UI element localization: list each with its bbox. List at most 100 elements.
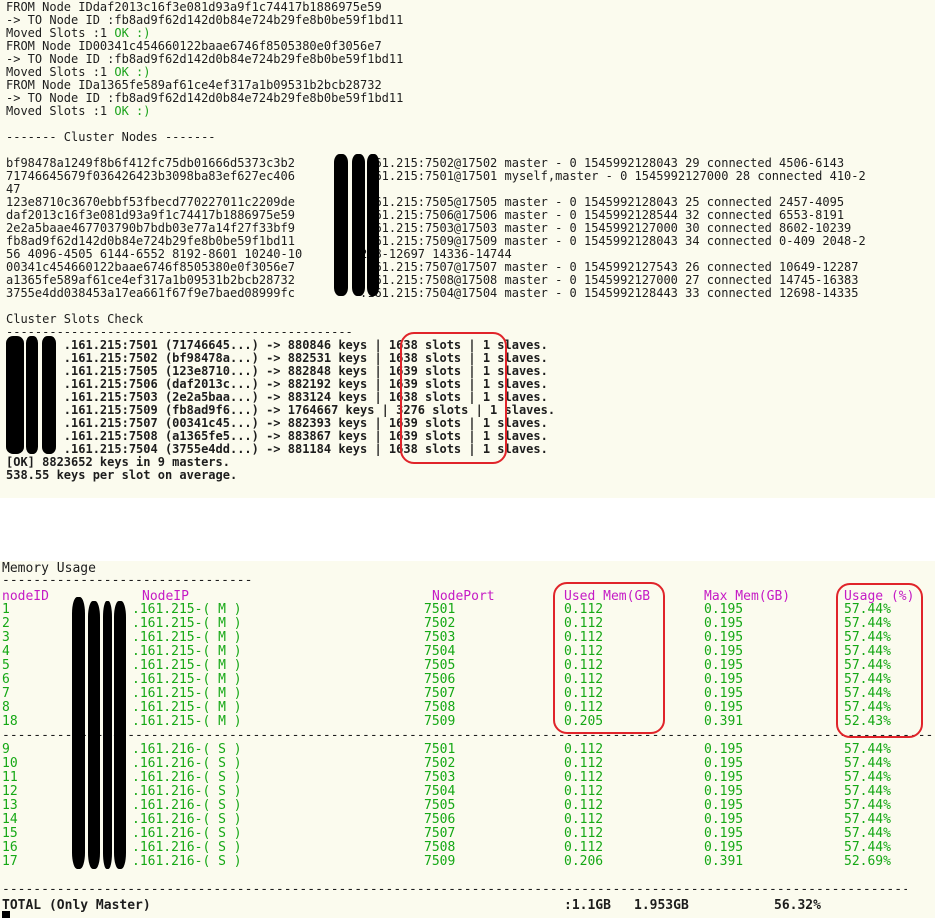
- row-used-mem: 0.112: [564, 840, 604, 855]
- row-node-ip: .161.216-( S ): [132, 840, 242, 855]
- row-max-mem: 0.195: [704, 686, 744, 701]
- redaction-mark: [114, 601, 126, 869]
- row-node-id: 18: [2, 714, 18, 729]
- row-max-mem: 0.195: [704, 644, 744, 659]
- redaction-mark: [26, 336, 38, 454]
- row-node-id: 5: [2, 658, 10, 673]
- row-node-port: 7504: [424, 784, 456, 799]
- usage-highlight-box: [836, 583, 923, 738]
- row-node-ip: .161.215-( M ): [132, 630, 242, 645]
- ok-status: OK :): [114, 26, 151, 40]
- ok-status: OK :): [114, 65, 151, 79]
- terminal-line-text: 123e8710c3670ebbf53fbecd770227011c2209de…: [6, 195, 845, 209]
- terminal-line: 71746645679f036426423b3098ba83ef627ec406…: [6, 170, 866, 183]
- redaction-mark: [334, 154, 348, 296]
- used-mem-highlight-box: [553, 582, 665, 734]
- row-node-ip: .161.216-( S ): [132, 784, 242, 799]
- row-node-id: 17: [2, 854, 18, 869]
- terminal-line-text: 56 4096-4505 6144-6552 8192-8601 10240-1…: [6, 247, 512, 261]
- row-node-port: 7506: [424, 812, 456, 827]
- row-node-id: 10: [2, 756, 18, 771]
- row-node-id: 13: [2, 798, 18, 813]
- row-node-port: 7504: [424, 644, 456, 659]
- row-node-ip: .161.215-( M ): [132, 602, 242, 617]
- row-max-mem: 0.195: [704, 770, 744, 785]
- row-used-mem: 0.112: [564, 812, 604, 827]
- terminal-line-text: -> TO Node ID :fb8ad9f62d142d0b84e724b29…: [6, 91, 404, 105]
- row-node-port: 7503: [424, 770, 456, 785]
- terminal-line-text: [OK] 8823652 keys in 9 masters.: [6, 455, 230, 469]
- row-node-id: 7: [2, 686, 10, 701]
- row-node-port: 7507: [424, 826, 456, 841]
- row-node-port: 7505: [424, 798, 456, 813]
- slots-highlight-box: [400, 332, 507, 464]
- row-node-id: 8: [2, 700, 10, 715]
- row-used-mem: 0.112: [564, 798, 604, 813]
- terminal-line: ------- Cluster Nodes -------: [6, 131, 216, 144]
- row-node-id: 1: [2, 602, 10, 617]
- row-node-ip: .161.215-( M ): [132, 686, 242, 701]
- row-node-ip: .161.215-( M ): [132, 658, 242, 673]
- terminal-line-text: -> TO Node ID :fb8ad9f62d142d0b84e724b29…: [6, 13, 404, 27]
- row-node-ip: .161.216-( S ): [132, 798, 242, 813]
- row-max-mem: 0.195: [704, 616, 744, 631]
- row-node-port: 7508: [424, 700, 456, 715]
- row-max-mem: 0.391: [704, 854, 744, 869]
- row-usage: 57.44%: [844, 756, 891, 771]
- row-node-id: 4: [2, 644, 10, 659]
- row-usage: 57.44%: [844, 840, 891, 855]
- total-max: 1.953GB: [634, 898, 689, 913]
- row-node-port: 7503: [424, 630, 456, 645]
- terminal-line-text: ----------------------------------------…: [6, 325, 353, 339]
- row-usage: 57.44%: [844, 812, 891, 827]
- row-node-port: 7507: [424, 686, 456, 701]
- row-max-mem: 0.195: [704, 840, 744, 855]
- row-max-mem: 0.195: [704, 672, 744, 687]
- terminal-line-text: bf98478a1249f8b6f412fc75db01666d5373c3b2…: [6, 156, 845, 170]
- terminal-line-text: 71746645679f036426423b3098ba83ef627ec406…: [6, 169, 866, 183]
- row-usage: 57.44%: [844, 742, 891, 757]
- row-node-port: 7501: [424, 742, 456, 757]
- row-max-mem: 0.195: [704, 630, 744, 645]
- terminal-line-text: FROM Node ID00341c454660122baae6746f8505…: [6, 39, 382, 53]
- row-max-mem: 0.195: [704, 700, 744, 715]
- row-max-mem: 0.195: [704, 756, 744, 771]
- row-node-id: 2: [2, 616, 10, 631]
- row-node-port: 7502: [424, 756, 456, 771]
- row-node-ip: .161.216-( S ): [132, 826, 242, 841]
- row-node-port: 7506: [424, 672, 456, 687]
- total-usage: 56.32%: [774, 898, 821, 913]
- row-node-ip: .161.215-( M ): [132, 644, 242, 659]
- redaction-mark: [6, 336, 24, 454]
- terminal-line-text: 2e2a5baae467703790b7bdb03e77a14f27f33bf9…: [6, 221, 852, 235]
- terminal-line-text: 538.55 keys per slot on average.: [6, 468, 238, 482]
- terminal-line-text: ------- Cluster Nodes -------: [6, 130, 216, 144]
- row-max-mem: 0.195: [704, 658, 744, 673]
- terminal-line: Moved Slots :1 OK :): [6, 105, 151, 118]
- terminal-line-text: Moved Slots :1: [6, 26, 115, 40]
- terminal-line-text: a1365fe589af61ce4ef317a1b09531b2bcb28732…: [6, 273, 859, 287]
- row-node-ip: .161.216-( S ): [132, 770, 242, 785]
- memory-usage-panel: Memory Usage ---------------------------…: [0, 561, 935, 918]
- master-slave-separator: ----------------------------------------…: [2, 729, 933, 743]
- terminal-line-text: Moved Slots :1: [6, 104, 115, 118]
- row-used-mem: 0.112: [564, 770, 604, 785]
- row-used-mem: 0.206: [564, 854, 604, 869]
- row-node-id: 14: [2, 812, 18, 827]
- terminal-line-text: 3755e4dd038453a17ea661f67f9e7baed08999fc…: [6, 286, 859, 300]
- redaction-mark: [72, 597, 85, 869]
- row-node-id: 3: [2, 630, 10, 645]
- row-node-port: 7508: [424, 840, 456, 855]
- row-max-mem: 0.391: [704, 714, 744, 729]
- row-node-ip: .161.216-( S ): [132, 756, 242, 771]
- redaction-mark: [42, 336, 56, 454]
- row-node-ip: .161.215-( M ): [132, 672, 242, 687]
- row-node-id: 9: [2, 742, 10, 757]
- row-max-mem: 0.195: [704, 602, 744, 617]
- row-node-port: 7505: [424, 658, 456, 673]
- memory-title-rule: --------------------------------: [2, 573, 253, 588]
- terminal-line-text: daf2013c16f3e081d93a9f1c74417b1886975e59…: [6, 208, 845, 222]
- terminal-line-text: Moved Slots :1: [6, 65, 115, 79]
- row-used-mem: 0.112: [564, 826, 604, 841]
- row-node-ip: .161.216-( S ): [132, 742, 242, 757]
